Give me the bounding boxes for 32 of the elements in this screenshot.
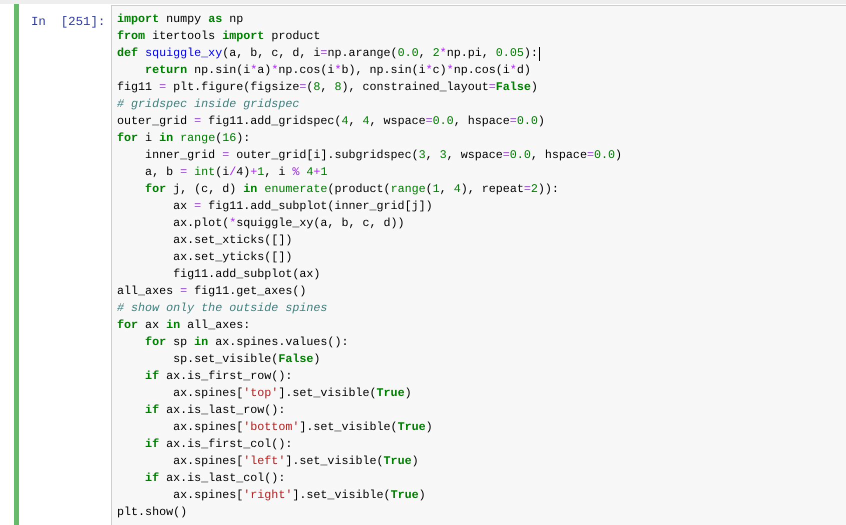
code-line: for i in range(16): <box>117 130 250 147</box>
code-line: fig11 = plt.figure(figsize=(8, 8), constrained_layout=False) <box>117 79 538 96</box>
code-line: for j, (c, d) in enumerate(product(range(1, 4), repeat=2)): <box>144 181 559 198</box>
code-line: fig11.add_subplot(ax) <box>172 266 320 283</box>
code-line: # show only the outside spines <box>117 300 328 317</box>
code-line: ax.spines['left'].set_visible(True) <box>172 453 419 470</box>
code-line: if ax.is_last_col(): <box>144 470 286 487</box>
code-line: import numpy as np <box>117 11 244 28</box>
code-line: for ax in all_axes: <box>117 317 250 334</box>
code-line: all_axes = fig11.get_axes() <box>117 283 306 300</box>
code-line: ax.set_yticks([]) <box>172 249 292 266</box>
code-line: def squiggle_xy(a, b, c, d, i=np.arange(0.0, 2*np.pi, 0.05): <box>117 45 538 62</box>
code-line: # gridspec inside gridspec <box>117 96 300 113</box>
code-line: ax.set_xticks([]) <box>172 232 292 249</box>
code-line: if ax.is_first_row(): <box>144 368 292 385</box>
code-line: sp.set_visible(False) <box>172 351 320 368</box>
code-line: return np.sin(i*a)*np.cos(i*b), np.sin(i*c)*np.cos(i*d) <box>144 62 531 79</box>
code-line: outer_grid = fig11.add_gridspec(4, 4, wspace=0.0, hspace=0.0) <box>117 113 545 130</box>
text-cursor <box>538 46 540 60</box>
code-line: from itertools import product <box>117 28 320 45</box>
code-line: ax.spines['right'].set_visible(True) <box>172 487 426 504</box>
code-line: for sp in ax.spines.values(): <box>144 334 348 351</box>
input-prompt: In [251]: <box>30 14 106 31</box>
code-line: ax = fig11.add_subplot(inner_grid[j]) <box>172 198 433 215</box>
code-line: inner_grid = outer_grid[i].subgridspec(3, 3, wspace=0.0, hspace=0.0) <box>144 147 622 164</box>
code-line: ax.spines['top'].set_visible(True) <box>172 385 412 402</box>
code-line: a, b = int(i/4)+1, i % 4+1 <box>144 164 328 181</box>
code-line: ax.spines['bottom'].set_visible(True) <box>172 419 433 436</box>
code-line: if ax.is_last_row(): <box>144 402 286 419</box>
code-line: if ax.is_first_col(): <box>144 436 292 453</box>
code-line: ax.plot(*squiggle_xy(a, b, c, d)) <box>172 215 405 232</box>
code-line: plt.show() <box>117 504 188 521</box>
